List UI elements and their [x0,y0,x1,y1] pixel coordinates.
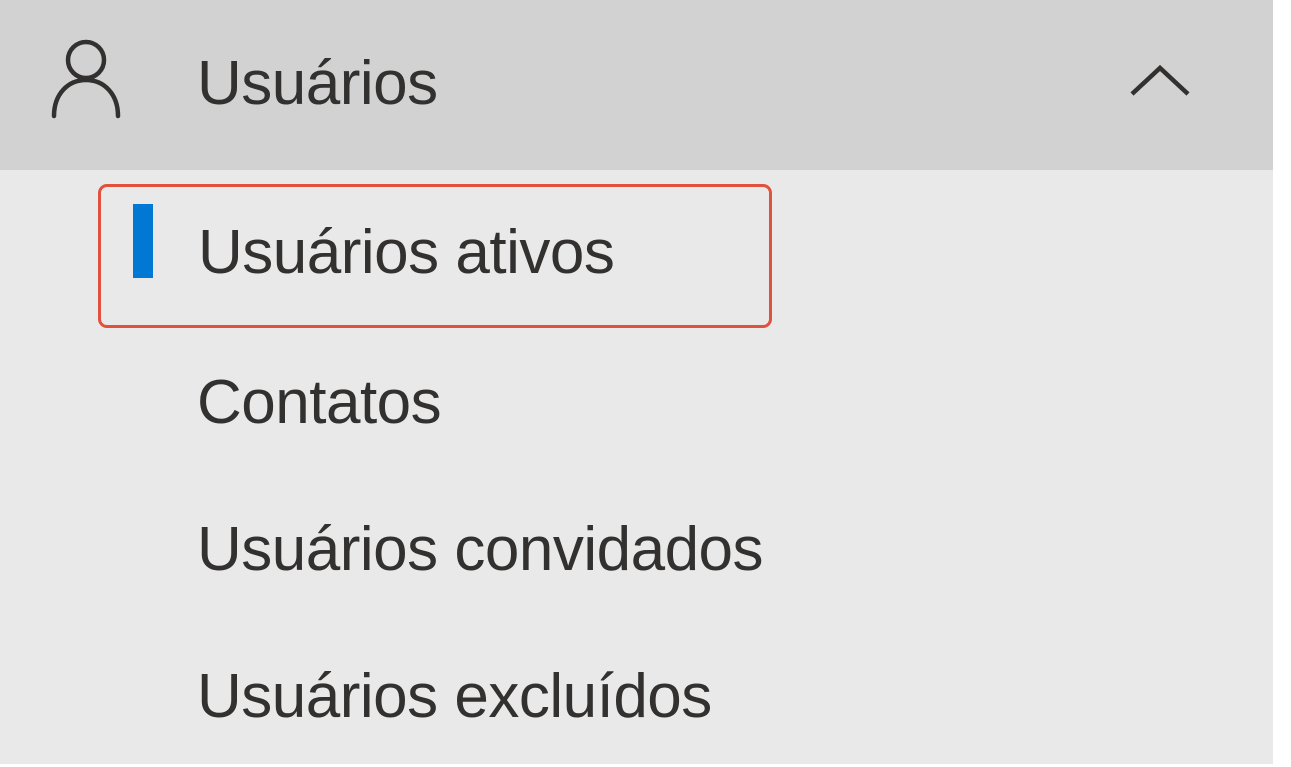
nav-item-contacts[interactable]: Contatos [100,333,772,473]
nav-group-label: Usuários [197,49,438,118]
navigation-panel: Usuários Usuários ativos Contatos Usuári… [0,0,1273,764]
nav-group-users[interactable]: Usuários [0,0,1273,170]
nav-item-label: Usuários excluídos [197,662,712,731]
nav-item-label: Contatos [197,368,442,437]
user-icon [51,39,121,119]
nav-item-guest-users[interactable]: Usuários convidados [100,480,772,620]
selected-indicator [133,204,153,278]
nav-item-deleted-users[interactable]: Usuários excluídos [100,627,772,767]
chevron-up-icon[interactable] [1128,60,1192,100]
nav-item-label: Usuários ativos [198,218,615,287]
content-edge [1273,0,1291,764]
nav-item-label: Usuários convidados [197,515,764,584]
nav-item-active-users[interactable]: Usuários ativos [98,184,772,328]
